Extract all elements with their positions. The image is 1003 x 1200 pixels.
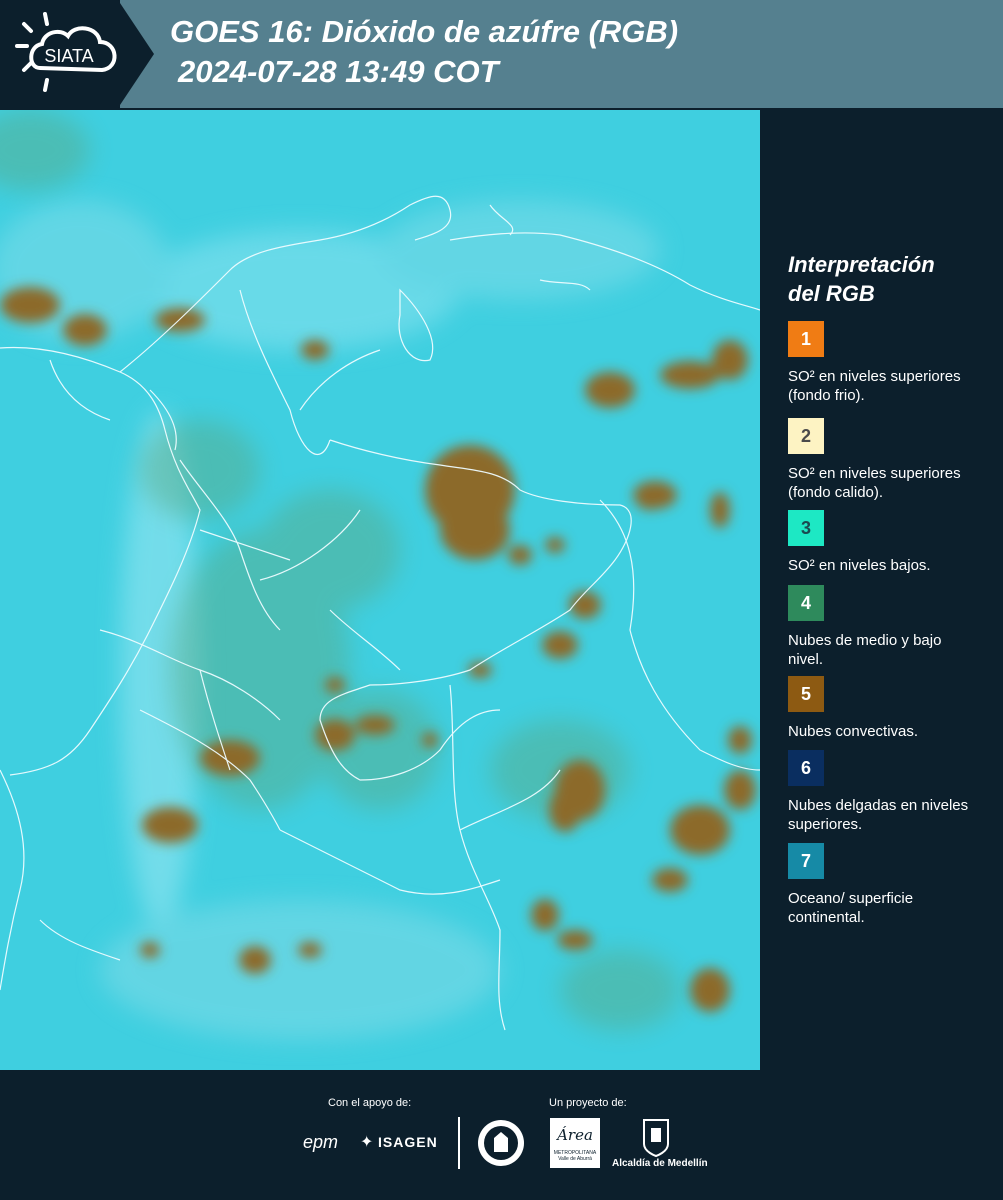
logo-text: SIATA: [44, 46, 93, 66]
legend-item-4: 4 Nubes de medio y bajo nivel.: [788, 585, 988, 669]
legend-item-3: 3 SO² en niveles bajos.: [788, 510, 988, 575]
legend-item-1: 1 SO² en niveles superiores (fondo frio)…: [788, 321, 988, 405]
footer-divider: [458, 1117, 460, 1169]
legend-label-7: Oceano/ superficie continental.: [788, 890, 914, 926]
legend-title-line2: del RGB: [788, 281, 875, 306]
legend-swatch-7: 7: [788, 843, 824, 879]
legend-label-6: Nubes delgadas en niveles superiores.: [788, 797, 969, 833]
legend-swatch-3: 3: [788, 510, 824, 546]
legend-label-4: Nubes de medio y bajo nivel.: [788, 632, 942, 668]
area-metropolitana-logo: Área METROPOLITANA Valle de Aburrá: [550, 1118, 600, 1168]
legend-label-3: SO² en niveles bajos.: [788, 557, 931, 574]
legend-label-2: SO² en niveles superiores (fondo calido)…: [788, 465, 961, 501]
legend-swatch-2: 2: [788, 418, 824, 454]
isagen-logo: ISAGEN: [378, 1134, 438, 1150]
area-logo-text: Área: [557, 1126, 593, 1144]
satellite-image: [0, 110, 760, 1070]
legend-label-1: SO² en niveles superiores (fondo frio).: [788, 368, 961, 404]
legend-label-5: Nubes convectivas.: [788, 723, 919, 740]
legend-swatch-4: 4: [788, 585, 824, 621]
legend-title: Interpretación del RGB: [788, 250, 988, 308]
siata-logo: SIATA: [15, 12, 117, 92]
alcaldia-shield-icon: [643, 1119, 669, 1158]
alcaldia-label: Alcaldía de Medellín: [612, 1158, 708, 1169]
legend-panel: Interpretación del RGB 1 SO² en niveles …: [760, 110, 1003, 1070]
title-datetime: 2024-07-28 13:49 COT: [178, 54, 499, 89]
isagen-icon: ✦: [360, 1134, 374, 1151]
satellite-map[interactable]: [0, 110, 760, 1070]
medellin-seal-icon: [478, 1120, 524, 1166]
page-title: GOES 16: Dióxido de azúfre (RGB): [170, 14, 679, 49]
legend-item-2: 2 SO² en niveles superiores (fondo calid…: [788, 418, 988, 502]
legend-swatch-5: 5: [788, 676, 824, 712]
legend-swatch-6: 6: [788, 750, 824, 786]
footer: Con el apoyo de: Un proyecto de: epm ✦ I…: [0, 1070, 1003, 1200]
legend-title-line1: Interpretación: [788, 252, 935, 277]
header-bar: SIATA GOES 16: Dióxido de azúfre (RGB) 2…: [0, 0, 1003, 110]
epm-logo: epm: [303, 1132, 339, 1152]
support-label: Con el apoyo de:: [328, 1097, 412, 1109]
legend-item-5: 5 Nubes convectivas.: [788, 676, 988, 741]
legend-item-7: 7 Oceano/ superficie continental.: [788, 843, 988, 927]
legend-swatch-1: 1: [788, 321, 824, 357]
project-label: Un proyecto de:: [549, 1097, 627, 1109]
area-sub2: Valle de Aburrá: [558, 1156, 592, 1162]
legend-item-6: 6 Nubes delgadas en niveles superiores.: [788, 750, 988, 834]
